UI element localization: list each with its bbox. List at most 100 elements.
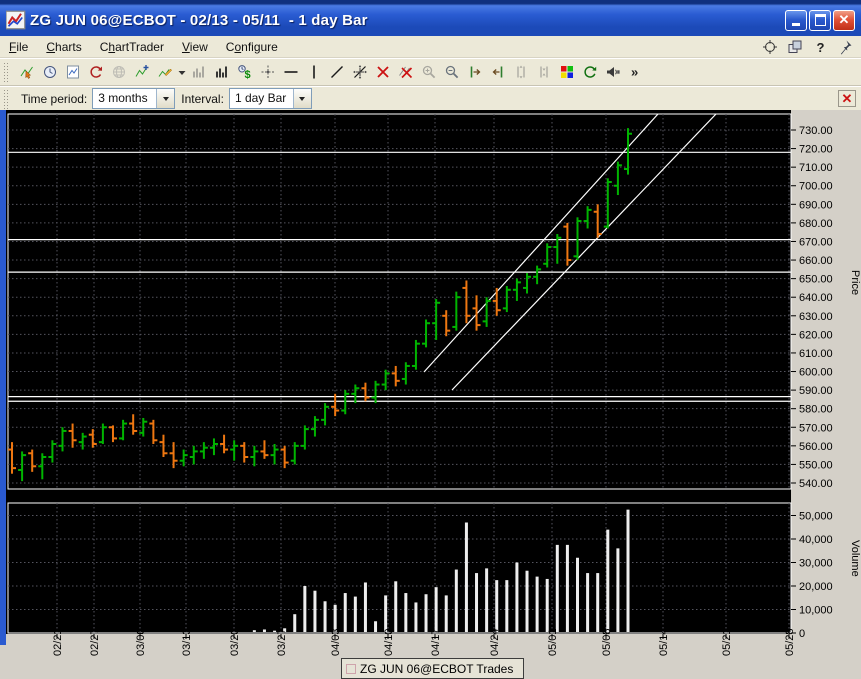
- tool-shift-right-button[interactable]: [463, 61, 486, 83]
- price-tick-label: 660.00: [799, 255, 833, 267]
- date-tick-label: 04/24: [489, 628, 501, 656]
- tool-chart-pointer-button[interactable]: [15, 61, 38, 83]
- price-tick-label: 680.00: [799, 218, 833, 230]
- help-icon[interactable]: ?: [812, 39, 828, 55]
- pin-icon[interactable]: [837, 39, 853, 55]
- price-tick-label: 710.00: [799, 162, 833, 174]
- legend[interactable]: ZG JUN 06@ECBOT Trades: [341, 658, 524, 679]
- zoom-in-icon: [421, 64, 437, 80]
- price-panel: [7, 113, 792, 490]
- interval-label: Interval:: [181, 91, 224, 106]
- price-volume-chart[interactable]: 730.00 720.00 710.00 700.00 690.00 680.00 670.…: [0, 110, 861, 679]
- compress-icon: [536, 64, 552, 80]
- price-tick-label: 730.00: [799, 125, 833, 137]
- menu-configure[interactable]: Configure: [217, 38, 287, 56]
- menu-charts[interactable]: Charts: [37, 38, 90, 56]
- date-tick-label: 04/10: [383, 628, 395, 656]
- tool-crosshair-button[interactable]: [256, 61, 279, 83]
- menu-bar: File Charts ChartTrader View Configure?: [0, 36, 861, 58]
- price-tick-label: 600.00: [799, 367, 833, 379]
- tool-move-line-button[interactable]: [348, 61, 371, 83]
- interval-select[interactable]: 1 day Bar: [228, 88, 312, 109]
- menu-charttrader[interactable]: ChartTrader: [91, 38, 173, 56]
- filterbar-close-button[interactable]: ✕: [838, 90, 856, 107]
- windows-icon[interactable]: [787, 39, 803, 55]
- chart-area[interactable]: 730.00 720.00 710.00 700.00 690.00 680.00 670.…: [0, 110, 861, 679]
- tool-zoom-in-button[interactable]: [417, 61, 440, 83]
- tool-globe-button[interactable]: [107, 61, 130, 83]
- trend-line-icon: [329, 64, 345, 80]
- time-period-label: Time period:: [21, 91, 88, 106]
- date-tick-label: 05/14: [658, 628, 670, 656]
- date-tick-label: 03/13: [181, 628, 193, 656]
- close-button[interactable]: ✕: [833, 9, 855, 31]
- maximize-icon: [814, 14, 826, 26]
- tool-add-study-button[interactable]: [130, 61, 153, 83]
- time-period-select[interactable]: 3 months: [92, 88, 176, 109]
- colors-icon: [559, 64, 575, 80]
- date-tick-label: 02/27: [89, 628, 101, 656]
- tool-colors-button[interactable]: [555, 61, 578, 83]
- window-title: ZG JUN 06@ECBOT - 02/13 - 05/11 - 1 day …: [30, 11, 368, 29]
- svg-text:$: $: [244, 69, 250, 80]
- toolbar-grip[interactable]: [3, 62, 10, 82]
- tool-trend-line-button[interactable]: [325, 61, 348, 83]
- globe-icon: [111, 64, 127, 80]
- price-tick-label: 570.00: [799, 422, 833, 434]
- date-tick-label: 04/17: [430, 628, 442, 656]
- tool-delete-all-lines-button[interactable]: [394, 61, 417, 83]
- chart-pointer-icon: [19, 64, 35, 80]
- tool-shift-left-button[interactable]: [486, 61, 509, 83]
- zoom-out-icon: [444, 64, 460, 80]
- volume-tick-label: 10,000: [799, 605, 833, 617]
- refresh-icon: [582, 64, 598, 80]
- time-period-dropdown-button[interactable]: [156, 89, 175, 108]
- menu-view[interactable]: View: [173, 38, 217, 56]
- draw-chart-icon: [157, 64, 173, 80]
- tool-dropdown-arrow-button[interactable]: [176, 61, 187, 83]
- chart-page-icon: [65, 64, 81, 80]
- filterbar-grip[interactable]: [3, 88, 10, 109]
- svg-text:?: ?: [817, 40, 825, 55]
- chevron-down-icon: [162, 96, 169, 101]
- histogram-icon: [191, 64, 207, 80]
- chevron-down-icon: [299, 96, 306, 101]
- more-icon: »: [628, 64, 644, 80]
- tool-chart-page-button[interactable]: [61, 61, 84, 83]
- price-tick-label: 720.00: [799, 144, 833, 156]
- tool-reload-history-button[interactable]: [84, 61, 107, 83]
- tool-delete-line-button[interactable]: [371, 61, 394, 83]
- tool-announce-button[interactable]: [601, 61, 624, 83]
- tool-compress-button[interactable]: [532, 61, 555, 83]
- tool-zoom-out-button[interactable]: [440, 61, 463, 83]
- legend-swatch-icon: [346, 663, 356, 674]
- add-study-icon: [134, 64, 150, 80]
- tool-more-button[interactable]: »: [624, 61, 647, 83]
- minimize-button[interactable]: [785, 9, 807, 31]
- interval-dropdown-button[interactable]: [292, 89, 311, 108]
- tool-refresh-button[interactable]: [578, 61, 601, 83]
- vertical-line-icon: [306, 64, 322, 80]
- menu-file[interactable]: File: [0, 38, 37, 56]
- shift-left-icon: [490, 64, 506, 80]
- tool-horizontal-line-button[interactable]: [279, 61, 302, 83]
- price-tick-label: 610.00: [799, 348, 833, 360]
- title-bar[interactable]: ZG JUN 06@ECBOT - 02/13 - 05/11 - 1 day …: [0, 0, 861, 36]
- tool-clock-button[interactable]: [38, 61, 61, 83]
- tool-histogram-button[interactable]: [187, 61, 210, 83]
- tool-histogram-solid-button[interactable]: [210, 61, 233, 83]
- price-tick-label: 590.00: [799, 385, 833, 397]
- date-tick-label: 03/27: [276, 628, 288, 656]
- tool-expand-button[interactable]: [509, 61, 532, 83]
- time-sales-icon: $: [237, 64, 253, 81]
- date-tick-label: 02/21: [52, 628, 64, 656]
- target-icon[interactable]: [762, 39, 778, 55]
- toolbar: $»: [0, 58, 861, 86]
- interval-value: 1 day Bar: [234, 91, 287, 105]
- filter-bar: Time period: 3 months Interval: 1 day Ba…: [0, 86, 861, 110]
- tool-vertical-line-button[interactable]: [302, 61, 325, 83]
- price-tick-label: 550.00: [799, 459, 833, 471]
- tool-time-sales-button[interactable]: $: [233, 61, 256, 83]
- maximize-button[interactable]: [809, 9, 831, 31]
- horizontal-line-icon: [283, 64, 299, 80]
